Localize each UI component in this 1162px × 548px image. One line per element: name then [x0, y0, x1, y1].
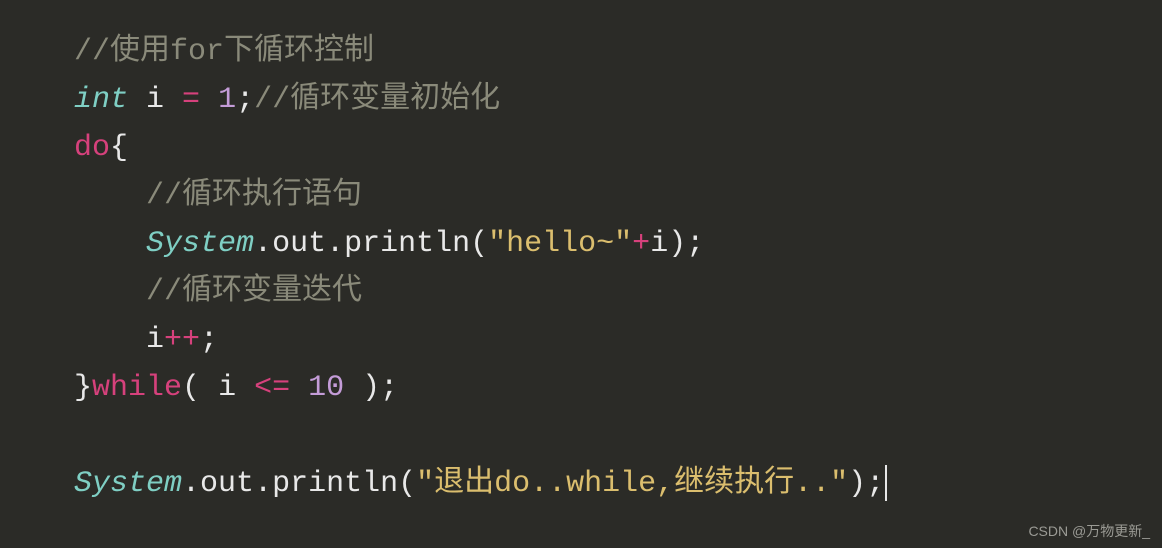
comment: //使用for下循环控制	[74, 35, 374, 69]
identifier-i: i	[218, 371, 254, 405]
method-println: println	[344, 227, 470, 261]
while-keyword: while	[92, 371, 182, 405]
code-line-10: System.out.println("退出do..while,继续执行..")…	[74, 460, 1162, 508]
code-line-8: }while( i <= 10 );	[74, 364, 1162, 412]
watermark: CSDN @万物更新_	[1028, 520, 1150, 542]
code-line-1: //使用for下循环控制	[74, 28, 1162, 76]
code-line-2: int i = 1;//循环变量初始化	[74, 76, 1162, 124]
code-line-5: System.out.println("hello~"+i);	[74, 220, 1162, 268]
class-system: System	[146, 227, 254, 261]
code-line-blank	[74, 412, 1162, 460]
field-out: out	[200, 467, 254, 501]
field-out: out	[272, 227, 326, 261]
type-keyword: int	[74, 83, 128, 117]
code-block: //使用for下循环控制 int i = 1;//循环变量初始化 do{ //循…	[74, 28, 1162, 508]
semicolon: ;	[200, 323, 218, 357]
string-literal: "退出do..while,继续执行.."	[416, 467, 848, 501]
semicolon: ;	[236, 83, 254, 117]
comment: //循环变量初始化	[254, 83, 500, 117]
identifier-i: i	[128, 83, 182, 117]
semicolon: ;	[686, 227, 704, 261]
number-literal: 10	[308, 371, 344, 405]
do-keyword: do	[74, 131, 110, 165]
open-brace: {	[110, 131, 128, 165]
lte-operator: <=	[254, 371, 290, 405]
class-system: System	[74, 467, 182, 501]
plus-operator: +	[632, 227, 650, 261]
assign-operator: =	[182, 83, 200, 117]
code-line-7: i++;	[74, 316, 1162, 364]
number-literal: 1	[218, 83, 236, 117]
code-line-4: //循环执行语句	[74, 172, 1162, 220]
comment: //循环变量迭代	[146, 275, 362, 309]
identifier-i: i	[146, 323, 164, 357]
increment-operator: ++	[164, 323, 200, 357]
close-brace: }	[74, 371, 92, 405]
text-cursor	[885, 465, 887, 501]
method-println: println	[272, 467, 398, 501]
code-line-3: do{	[74, 124, 1162, 172]
string-literal: "hello~"	[488, 227, 632, 261]
semicolon: ;	[380, 371, 398, 405]
comment: //循环执行语句	[146, 179, 362, 213]
code-line-6: //循环变量迭代	[74, 268, 1162, 316]
identifier-i: i	[650, 227, 668, 261]
semicolon: ;	[866, 467, 884, 501]
